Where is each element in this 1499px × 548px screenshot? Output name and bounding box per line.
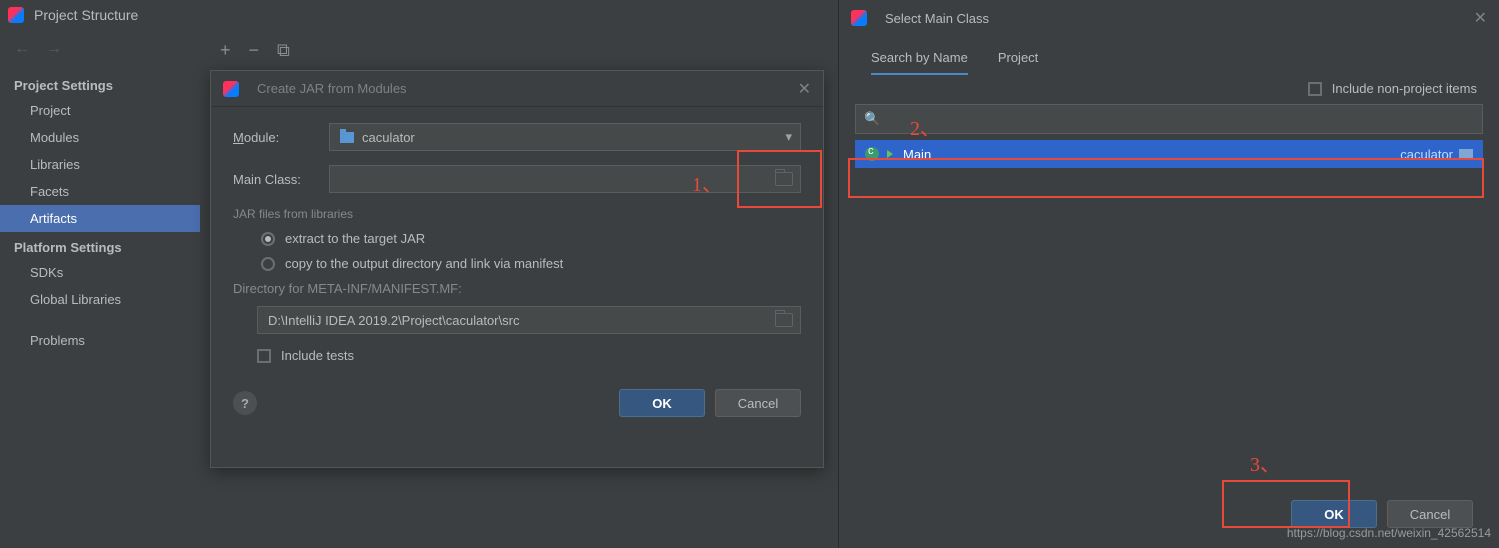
ps-title: Project Structure [34,7,138,23]
nav-modules[interactable]: Modules [0,124,200,151]
watermark: https://blog.csdn.net/weixin_42562514 [1287,526,1491,540]
ok-button[interactable]: OK [619,389,705,417]
back-icon[interactable]: ← [14,40,30,58]
nav-artifacts[interactable]: Artifacts [0,205,200,232]
remove-icon[interactable]: − [249,40,260,61]
search-input[interactable]: 🔍 [855,104,1483,134]
module-icon [340,132,354,143]
nav-project[interactable]: Project [0,97,200,124]
heading-project-settings: Project Settings [0,70,200,97]
radio-extract[interactable]: extract to the target JAR [261,231,801,246]
module-icon [1459,149,1473,160]
directory-value: D:\IntelliJ IDEA 2019.2\Project\caculato… [268,313,519,328]
add-icon[interactable]: + [220,40,231,61]
nav-libraries[interactable]: Libraries [0,151,200,178]
select-main-class-window: Select Main Class ✕ Search by Name Proje… [838,0,1499,548]
folder-icon [775,313,793,327]
tab-project[interactable]: Project [998,50,1038,75]
intellij-icon [8,7,24,23]
ps-sidebar: ← → Project Settings Project Modules Lib… [0,30,200,548]
folder-icon [775,172,793,186]
include-tests-checkbox[interactable]: Include tests [233,348,801,363]
close-icon[interactable]: ✕ [1474,8,1487,28]
jar-files-label: JAR files from libraries [233,207,801,221]
help-icon[interactable]: ? [233,391,257,415]
jar-titlebar: Create JAR from Modules ✕ [211,71,823,107]
directory-input[interactable]: D:\IntelliJ IDEA 2019.2\Project\caculato… [257,306,801,334]
include-non-project-label: Include non-project items [1332,81,1477,96]
module-value: caculator [362,130,415,145]
smc-tabs: Search by Name Project [839,36,1499,75]
copy-icon[interactable]: ⧉ [277,40,290,61]
nav-arrows: ← → [0,34,200,70]
directory-label: Directory for META-INF/MANIFEST.MF: [233,281,801,296]
result-module-name: caculator [1400,147,1453,162]
close-icon[interactable]: ✕ [798,79,811,99]
tab-search-by-name[interactable]: Search by Name [871,50,968,75]
runnable-icon [887,150,893,158]
cancel-button[interactable]: Cancel [715,389,801,417]
artifacts-toolbar: + − ⧉ [200,30,310,70]
annotation-1: 1、 [692,168,722,197]
browse-main-class-button[interactable] [768,166,800,192]
radio-icon [261,232,275,246]
create-jar-dialog: Create JAR from Modules ✕ Module: cacula… [210,70,824,468]
heading-platform-settings: Platform Settings [0,232,200,259]
module-label: Module: [233,130,329,145]
annotation-2: 2、 [910,112,940,141]
intellij-icon [223,81,239,97]
class-icon [865,147,879,161]
smc-title: Select Main Class [885,11,989,26]
browse-directory-button[interactable] [768,307,800,333]
cancel-button[interactable]: Cancel [1387,500,1473,528]
annotation-3: 3、 [1250,448,1280,477]
nav-sdks[interactable]: SDKs [0,259,200,286]
main-class-label: Main Class: [233,172,329,187]
intellij-icon [851,10,867,26]
nav-global-libraries[interactable]: Global Libraries [0,286,200,313]
radio-icon [261,257,275,271]
result-item-main[interactable]: Main caculator [855,140,1483,168]
smc-titlebar: Select Main Class ✕ [839,0,1499,36]
module-dropdown[interactable]: caculator [329,123,801,151]
checkbox-icon [257,349,271,363]
ok-button[interactable]: OK [1291,500,1377,528]
forward-icon[interactable]: → [46,40,62,58]
search-icon: 🔍 [864,111,880,127]
include-non-project-checkbox[interactable] [1308,82,1322,96]
ps-titlebar: Project Structure [0,0,838,30]
main-class-input[interactable] [329,165,801,193]
radio-copy[interactable]: copy to the output directory and link vi… [261,256,801,271]
jar-title: Create JAR from Modules [257,81,407,96]
result-class-name: Main [903,147,931,162]
nav-facets[interactable]: Facets [0,178,200,205]
nav-problems[interactable]: Problems [0,327,200,354]
